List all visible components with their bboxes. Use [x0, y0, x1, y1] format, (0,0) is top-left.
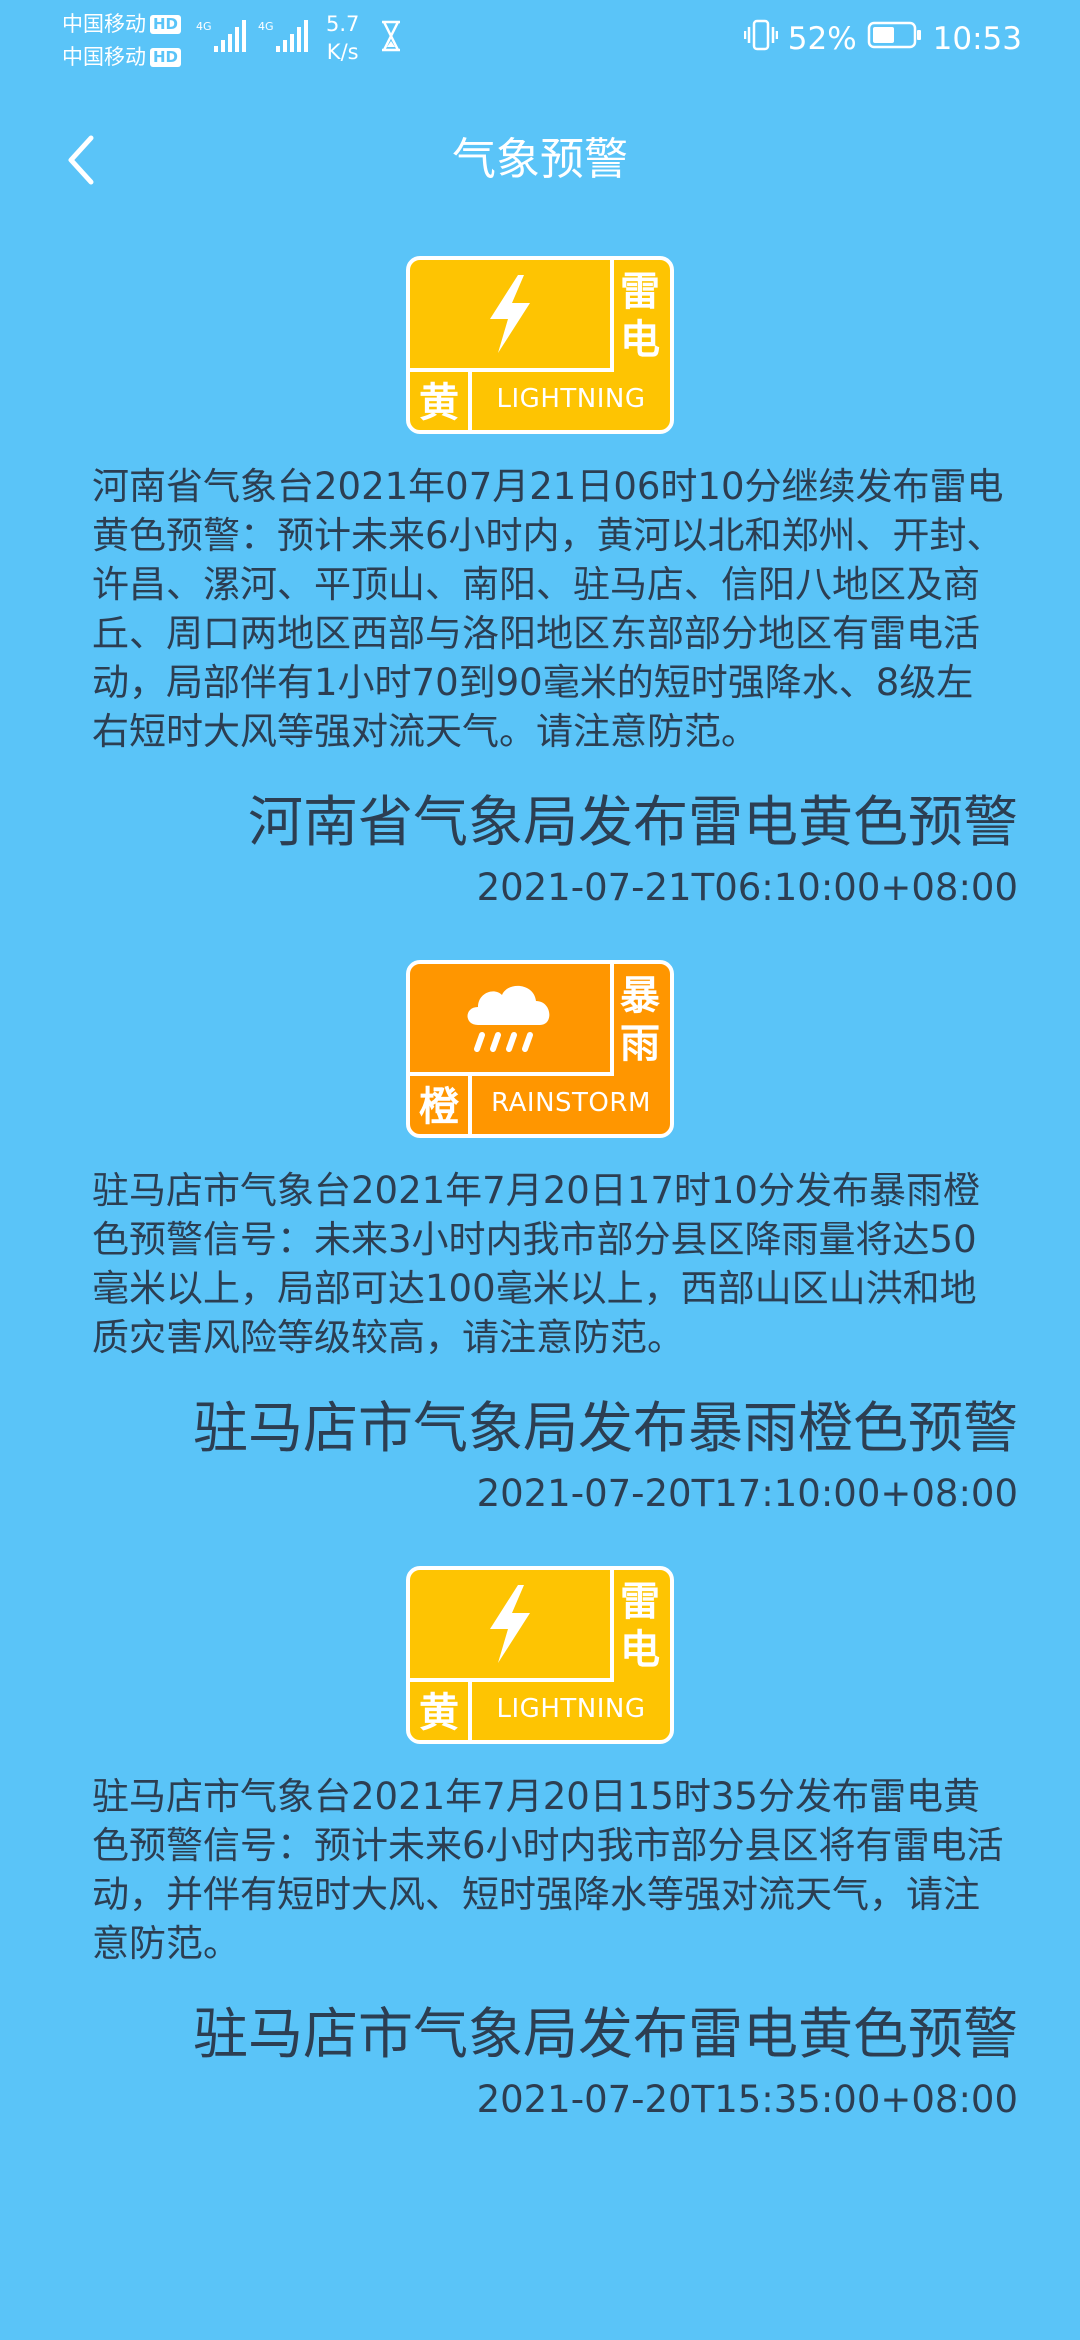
warning-item[interactable]: 雷 电 黄 LIGHTNING 驻马店市气象台2021年7月20日15时35分发…: [0, 1566, 1080, 2122]
hourglass-icon: [380, 20, 402, 56]
signal-icon: 4G: [196, 18, 248, 54]
carrier-1: 中国移动 HD: [62, 8, 182, 41]
warning-type-char: 暴: [620, 973, 660, 1019]
warning-type-char: 雷: [620, 269, 660, 315]
warning-level: 橙: [410, 1072, 472, 1134]
warning-type: 暴 雨: [610, 964, 670, 1076]
warning-type: 雷 电: [610, 1570, 670, 1682]
clock: 10:53: [932, 21, 1022, 57]
warning-description: 驻马店市气象台2021年7月20日15时35分发布雷电黄色预警信号：预计未来6小…: [92, 1775, 1004, 1965]
page-title: 气象预警: [452, 134, 628, 185]
warning-type-char: 雷: [620, 1579, 660, 1625]
warning-item[interactable]: 雷 电 黄 LIGHTNING 河南省气象台2021年07月21日06时10分继…: [0, 256, 1080, 910]
warning-type-en: LIGHTNING: [496, 384, 646, 414]
warning-description: 河南省气象台2021年07月21日06时10分继续发布雷电黄色预警：预计未来6小…: [92, 465, 1004, 753]
warning-type-en: RAINSTORM: [491, 1088, 651, 1118]
warning-level: 黄: [410, 1678, 472, 1740]
warning-list: 雷 电 黄 LIGHTNING 河南省气象台2021年07月21日06时10分继…: [0, 256, 1080, 2172]
carrier-2: 中国移动 HD: [62, 41, 182, 74]
lightning-icon: [410, 1570, 614, 1682]
warning-item[interactable]: 暴 雨 橙 RAINSTORM 驻马店市气象台2021年7月20日17时10分发…: [0, 960, 1080, 1516]
battery-percent: 52%: [787, 21, 857, 57]
carrier-2-name: 中国移动: [62, 45, 146, 69]
warning-headline: 驻马店市气象局发布暴雨橙色预警: [192, 1396, 1018, 1460]
warning-description: 驻马店市气象台2021年7月20日17时10分发布暴雨橙色预警信号：未来3小时内…: [92, 1169, 980, 1359]
hd-badge: HD: [150, 48, 182, 67]
warning-type-char: 雨: [620, 1021, 660, 1067]
vibrate-icon: [743, 18, 778, 60]
warning-time: 2021-07-20T15:35:00+08:00: [476, 2078, 1018, 2121]
rain-cloud-icon: [410, 964, 614, 1076]
speed-value: 5.7: [326, 12, 360, 36]
signal-icon-2: 4G: [258, 18, 310, 54]
warning-headline: 河南省气象局发布雷电黄色预警: [247, 790, 1018, 854]
warning-type: 雷 电: [610, 260, 670, 372]
hd-badge: HD: [150, 15, 182, 34]
warning-badge: 雷 电 黄 LIGHTNING: [406, 256, 674, 434]
warning-badge: 暴 雨 橙 RAINSTORM: [406, 960, 674, 1138]
status-right: 52% 10:53: [734, 14, 1022, 64]
lightning-icon: [410, 260, 614, 372]
warning-level: 黄: [410, 368, 472, 430]
svg-text:4G: 4G: [196, 20, 212, 33]
status-bar: 中国移动 HD 中国移动 HD 4G 4G 5.7 K/s 52% 10:53: [0, 0, 1080, 80]
carrier-1-name: 中国移动: [62, 12, 146, 36]
battery-icon: [867, 20, 923, 58]
speed-unit: K/s: [326, 40, 359, 64]
svg-text:4G: 4G: [258, 20, 274, 33]
carrier-info: 中国移动 HD 中国移动 HD: [62, 8, 182, 74]
warning-time: 2021-07-21T06:10:00+08:00: [476, 866, 1018, 909]
header: 气象预警: [0, 110, 1080, 210]
warning-badge: 雷 电 黄 LIGHTNING: [406, 1566, 674, 1744]
warning-type-char: 电: [620, 1627, 660, 1673]
warning-time: 2021-07-20T17:10:00+08:00: [476, 1472, 1018, 1515]
network-speed: 5.7 K/s: [326, 10, 359, 66]
warning-type-char: 电: [620, 317, 660, 363]
warning-type-en: LIGHTNING: [496, 1694, 646, 1724]
warning-headline: 驻马店市气象局发布雷电黄色预警: [192, 2002, 1018, 2066]
